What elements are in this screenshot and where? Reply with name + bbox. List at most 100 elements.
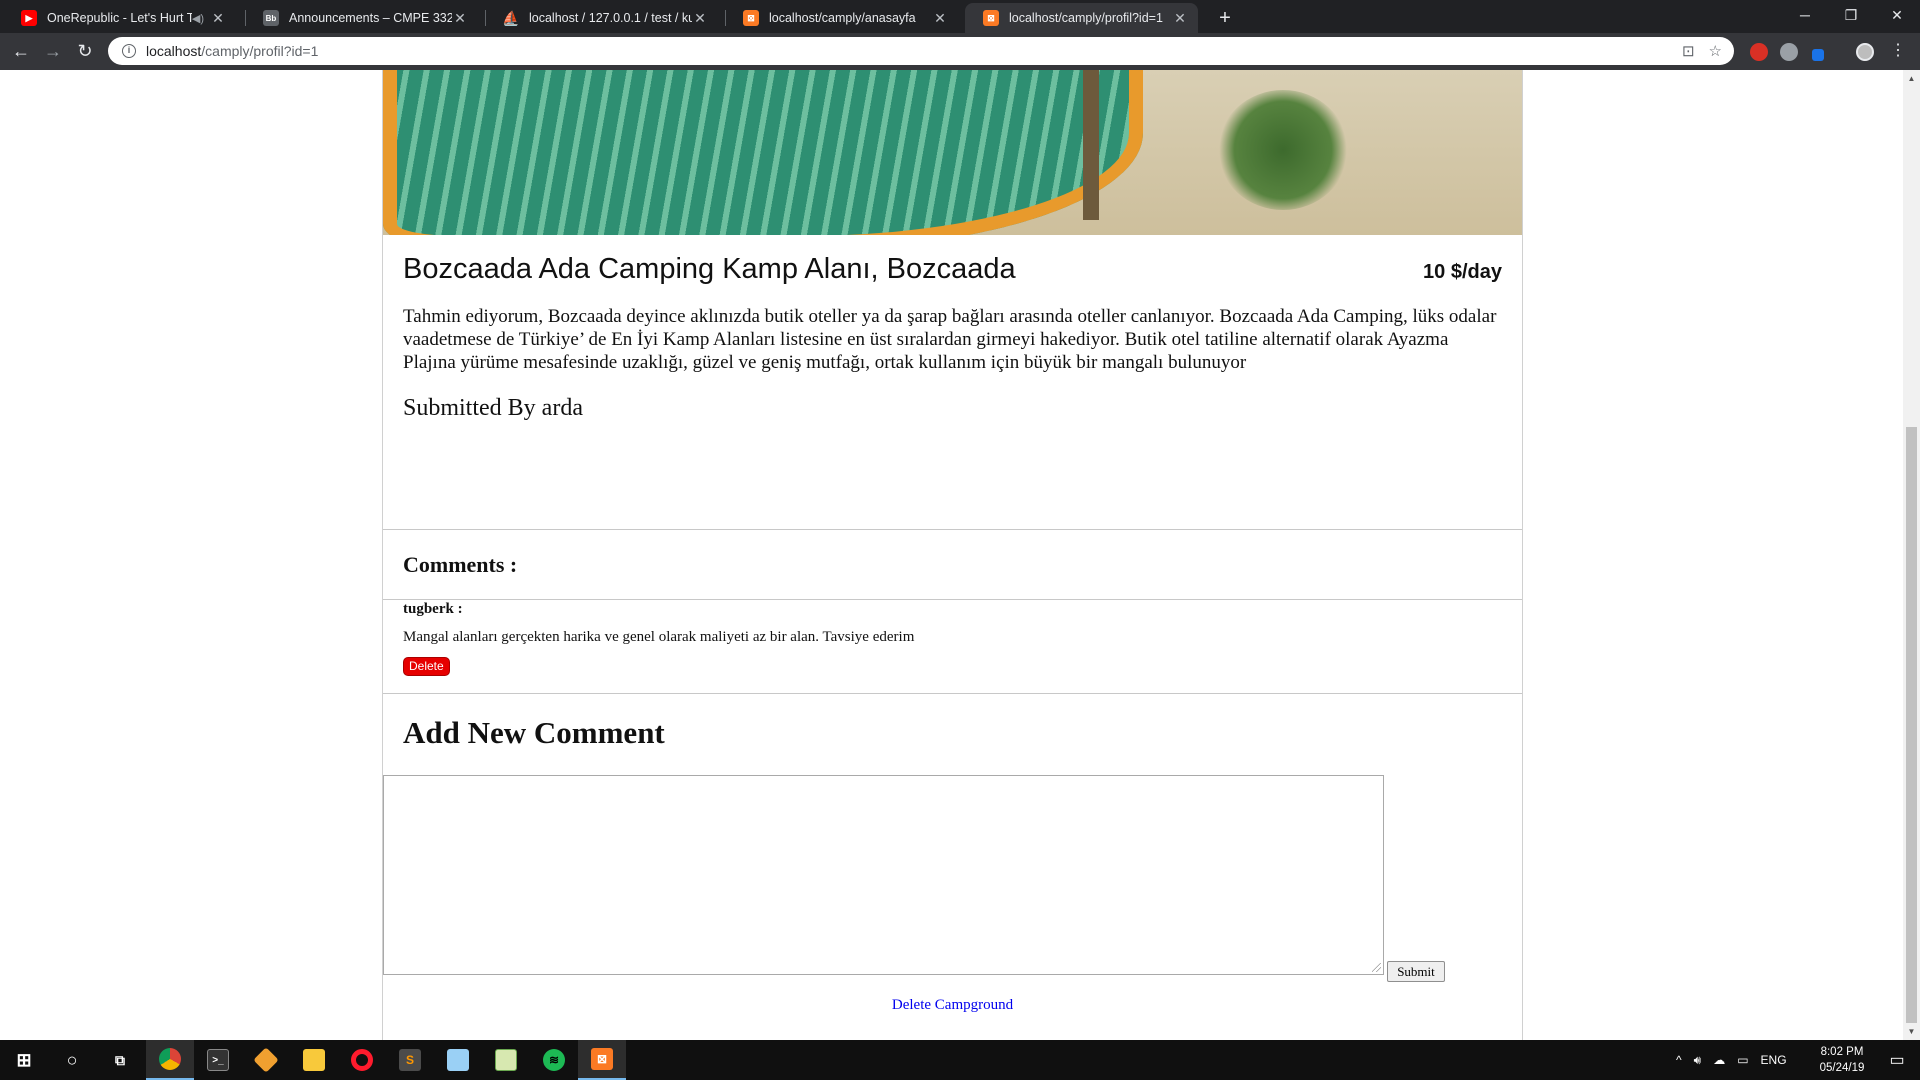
search-button[interactable]: ○ xyxy=(48,1040,96,1080)
taskbar-explorer[interactable] xyxy=(290,1040,338,1080)
close-tab-icon[interactable]: ✕ xyxy=(452,10,468,27)
task-view-icon: ⧉ xyxy=(115,1051,125,1068)
tab-title: OneRepublic - Let's Hurt Ton xyxy=(47,11,192,25)
phpmyadmin-icon: ⛵ xyxy=(502,9,520,26)
chrome-icon xyxy=(159,1048,181,1070)
task-view-button[interactable]: ⧉ xyxy=(96,1040,144,1080)
profile-avatar[interactable] xyxy=(1856,43,1874,61)
translate-icon[interactable]: ⊡ xyxy=(1682,42,1695,60)
close-window-button[interactable]: ✕ xyxy=(1874,0,1920,30)
spotify-icon: ≋ xyxy=(543,1049,565,1071)
tab-title: localhost / 127.0.0.1 / test / kulla xyxy=(529,11,692,25)
close-tab-icon[interactable]: ✕ xyxy=(692,10,708,27)
add-comment-heading: Add New Comment xyxy=(403,715,665,750)
taskbar-opera[interactable] xyxy=(338,1040,386,1080)
notepad-icon xyxy=(447,1049,469,1071)
taskbar-git[interactable] xyxy=(242,1040,290,1080)
chrome-menu-icon[interactable]: ⋮ xyxy=(1884,37,1912,65)
git-icon xyxy=(253,1047,279,1073)
start-button[interactable]: ⊞ xyxy=(0,1040,48,1080)
xampp-icon: ⊠ xyxy=(983,10,999,26)
scroll-up-icon[interactable]: ▲ xyxy=(1903,70,1920,87)
campground-details: Bozcaada Ada Camping Kamp Alanı, Bozcaad… xyxy=(383,235,1522,530)
taskbar-sublime[interactable]: S xyxy=(386,1040,434,1080)
delete-comment-button[interactable]: Delete xyxy=(403,657,450,676)
comment-text: Mangal alanları gerçekten harika ve gene… xyxy=(403,629,915,645)
tab-announcements[interactable]: Bb Announcements – CMPE 332.01 ✕ xyxy=(245,3,478,33)
tab-title: Announcements – CMPE 332.01 xyxy=(289,11,452,25)
site-info-icon[interactable]: i xyxy=(122,44,136,58)
comment-author: tugberk : xyxy=(403,601,463,617)
taskbar-notepad[interactable] xyxy=(434,1040,482,1080)
tab-title: localhost/camply/anasayfa xyxy=(769,11,916,25)
comment-item: tugberk : Mangal alanları gerçekten hari… xyxy=(383,600,1522,694)
submitted-by: Submitted By arda xyxy=(403,395,583,421)
tab-anasayfa[interactable]: ⊠ localhost/camply/anasayfa ✕ xyxy=(725,3,958,33)
close-tab-icon[interactable]: ✕ xyxy=(210,10,226,27)
tab-onerepublic[interactable]: ▶ OneRepublic - Let's Hurt Ton ◀) ✕ xyxy=(3,3,236,33)
taskbar-xampp[interactable]: ⊠ xyxy=(578,1040,626,1080)
comment-textarea[interactable] xyxy=(383,775,1384,975)
campground-image xyxy=(383,70,1522,235)
tent-edge-shape xyxy=(383,70,1143,235)
page-viewport: Bozcaada Ada Camping Kamp Alanı, Bozcaad… xyxy=(0,70,1903,1040)
notepad-plus-plus-icon xyxy=(495,1049,517,1071)
windows-taskbar: ⊞ ○ ⧉ >_ S ≋ ⊠ ^ 🔊︎ ☁ ▭ ENG 8:02 PM 05/2… xyxy=(0,1040,1920,1080)
bookmark-star-icon[interactable]: ☆ xyxy=(1709,42,1722,60)
notifications-icon[interactable]: ▭ xyxy=(1874,1040,1920,1080)
speaker-icon[interactable]: ◀) xyxy=(192,12,204,25)
windows-logo-icon: ⊞ xyxy=(16,1049,32,1070)
blackboard-icon: Bb xyxy=(263,10,279,26)
language-indicator[interactable]: ENG xyxy=(1761,1053,1787,1067)
bush-shape xyxy=(1218,90,1348,210)
xampp-icon: ⊠ xyxy=(743,10,759,26)
opera-icon xyxy=(351,1049,373,1071)
reload-button[interactable]: ↻ xyxy=(71,37,99,65)
extension-drive-icon[interactable] xyxy=(1780,43,1798,61)
browser-toolbar: ← → ↻ i localhost/camply/profil?id=1 ⊡ ☆… xyxy=(0,33,1920,70)
delete-campground-link[interactable]: Delete Campground xyxy=(383,997,1522,1014)
taskbar-terminal[interactable]: >_ xyxy=(194,1040,242,1080)
close-tab-icon[interactable]: ✕ xyxy=(932,10,948,27)
submit-comment-button[interactable]: Submit xyxy=(1387,961,1445,982)
back-button[interactable]: ← xyxy=(7,37,35,65)
sublime-text-icon: S xyxy=(399,1049,421,1071)
minimize-button[interactable]: ─ xyxy=(1782,0,1828,30)
campground-price: 10 $/day xyxy=(1423,261,1502,283)
scrollbar-thumb[interactable] xyxy=(1906,427,1917,1023)
clock-date: 05/24/19 xyxy=(1819,1062,1865,1074)
scroll-down-icon[interactable]: ▼ xyxy=(1903,1023,1920,1040)
clock-time: 8:02 PM xyxy=(1820,1046,1864,1058)
close-tab-icon[interactable]: ✕ xyxy=(1172,10,1188,27)
forward-button[interactable]: → xyxy=(39,37,67,65)
address-path: /camply/profil?id=1 xyxy=(201,43,319,59)
network-icon[interactable]: ☁ xyxy=(1713,1053,1725,1067)
resize-grip-icon[interactable] xyxy=(1372,963,1381,972)
folder-icon xyxy=(303,1049,325,1071)
extension-opera-icon[interactable] xyxy=(1750,43,1768,61)
restore-button[interactable]: ❐ xyxy=(1828,0,1874,30)
taskbar-spotify[interactable]: ≋ xyxy=(530,1040,578,1080)
xampp-icon: ⊠ xyxy=(591,1048,613,1070)
taskbar-chrome[interactable] xyxy=(146,1040,194,1080)
tab-phpmyadmin[interactable]: ⛵ localhost / 127.0.0.1 / test / kulla ✕ xyxy=(485,3,718,33)
show-hidden-icons-icon[interactable]: ^ xyxy=(1676,1053,1682,1067)
extension-badge-icon[interactable] xyxy=(1812,49,1824,61)
address-host: localhost xyxy=(146,43,202,59)
address-bar[interactable]: i localhost/camply/profil?id=1 ⊡ ☆ xyxy=(108,37,1734,65)
comments-heading: Comments : xyxy=(403,552,518,577)
taskbar-notepadpp[interactable] xyxy=(482,1040,530,1080)
new-tab-button[interactable]: + xyxy=(1212,5,1238,31)
volume-icon[interactable]: 🔊︎ xyxy=(1694,1053,1702,1068)
browser-tab-strip: ▶ OneRepublic - Let's Hurt Ton ◀) ✕ Bb A… xyxy=(0,0,1920,33)
system-tray: ^ 🔊︎ ☁ ▭ ENG xyxy=(1676,1040,1787,1080)
comments-header: Comments : xyxy=(383,530,1522,600)
terminal-icon: >_ xyxy=(207,1049,229,1071)
display-icon[interactable]: ▭ xyxy=(1737,1053,1748,1067)
taskbar-clock[interactable]: 8:02 PM 05/24/19 xyxy=(1812,1044,1872,1076)
campground-card: Bozcaada Ada Camping Kamp Alanı, Bozcaad… xyxy=(382,70,1523,1040)
campground-description: Tahmin ediyorum, Bozcaada deyince aklını… xyxy=(403,306,1497,373)
tab-profil-active[interactable]: ⊠ localhost/camply/profil?id=1 ✕ xyxy=(965,3,1198,33)
page-scrollbar[interactable]: ▲ ▼ xyxy=(1903,70,1920,1040)
youtube-icon: ▶ xyxy=(21,10,37,26)
